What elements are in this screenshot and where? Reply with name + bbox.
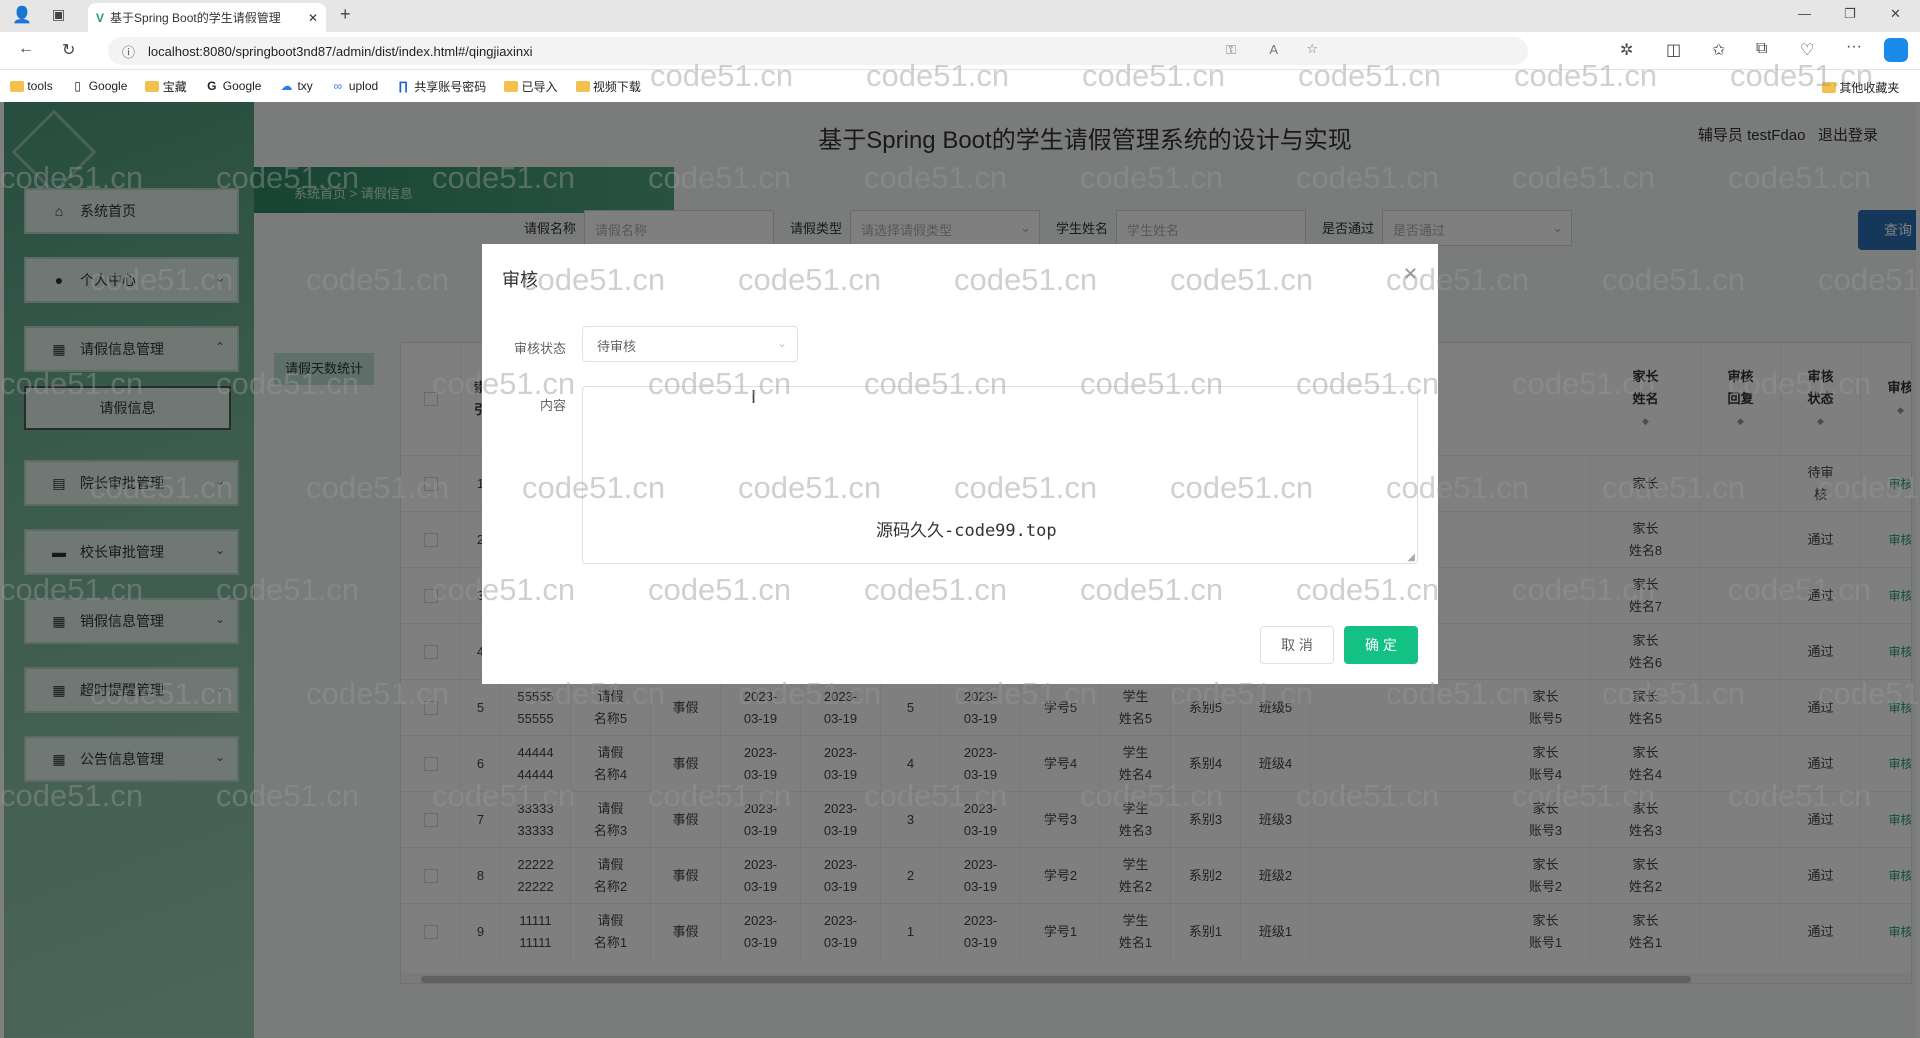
folder-icon: [504, 80, 519, 92]
bookmark-site-icon: ∏: [398, 79, 409, 93]
bookmark-shared-accounts[interactable]: ∏ 共享账号密码: [396, 78, 486, 95]
new-tab-icon[interactable]: +: [340, 4, 351, 25]
chevron-down-icon: ⌄: [776, 336, 787, 350]
collections-icon[interactable]: ⧉: [1756, 40, 1767, 58]
bookmark-treasure[interactable]: 宝藏: [145, 78, 187, 95]
bookmark-google[interactable]: G Google: [205, 79, 261, 93]
folder-icon: [1822, 82, 1836, 93]
tab-title: 基于Spring Boot的学生请假管理: [110, 11, 281, 25]
key-icon[interactable]: ⚿: [1226, 42, 1236, 58]
browser-essentials-icon[interactable]: ♡: [1800, 40, 1814, 60]
source-overlay-text: 源码久久-code99.top: [876, 521, 1057, 541]
bookmark-video-download[interactable]: 视频下载: [575, 78, 641, 95]
folder-icon: [145, 80, 160, 92]
minimize-icon[interactable]: —: [1798, 6, 1811, 21]
confirm-button[interactable]: 确 定: [1344, 626, 1418, 664]
bookmark-txy[interactable]: ☁ txy: [279, 79, 312, 93]
link-icon: ∞: [333, 79, 343, 93]
bookmark-tools[interactable]: tools: [10, 79, 53, 93]
profile-icon[interactable]: 👤: [12, 5, 32, 25]
text-cursor-icon: I: [751, 387, 757, 407]
cancel-button[interactable]: 取 消: [1260, 626, 1334, 664]
extensions-icon[interactable]: ✲: [1620, 40, 1633, 60]
dialog-close-icon[interactable]: ✕: [1403, 264, 1418, 285]
site-info-icon[interactable]: ⓘ: [122, 42, 135, 61]
more-menu-icon[interactable]: ···: [1846, 38, 1862, 56]
vue-favicon-icon: V: [96, 10, 105, 25]
audit-dialog: 审核 ✕ 审核状态 待审核 ⌄ 内容 I ◢ 取 消 确 定: [482, 244, 1438, 684]
folder-icon: [10, 80, 24, 92]
folder-icon: [575, 80, 590, 92]
google-icon: G: [207, 79, 217, 93]
address-bar-row: ← ↻ ⓘ localhost:8080/springboot3nd87/adm…: [0, 32, 1920, 70]
bookmarks-bar: tools ▯ Google 宝藏 G Google ☁ txy ∞ uplod ∏ 共享…: [0, 71, 1920, 101]
url-field[interactable]: ⓘ localhost:8080/springboot3nd87/admin/d…: [108, 37, 1528, 65]
content-label: 内容: [540, 398, 567, 413]
bookmark-other-favorites[interactable]: 其他收藏夹: [1822, 79, 1899, 96]
page-icon: ▯: [74, 79, 81, 93]
dialog-title: 审核: [502, 270, 538, 290]
read-aloud-icon[interactable]: A: [1269, 42, 1278, 57]
audit-status-select[interactable]: 待审核 ⌄: [582, 326, 798, 362]
copilot-icon[interactable]: [1884, 38, 1908, 62]
bookmark-uplod[interactable]: ∞ uplod: [331, 79, 379, 93]
bookmark-imported[interactable]: 已导入: [504, 78, 558, 95]
window-close-icon[interactable]: ✕: [1890, 6, 1901, 22]
tab-actions-icon[interactable]: ▣: [52, 6, 65, 23]
url-text: localhost:8080/springboot3nd87/admin/dis…: [148, 43, 533, 59]
favorites-icon[interactable]: ✩: [1712, 40, 1725, 60]
tab-close-icon[interactable]: ✕: [308, 11, 318, 25]
audit-status-label: 审核状态: [514, 341, 567, 356]
resize-handle-icon[interactable]: ◢: [1407, 552, 1415, 563]
split-screen-icon[interactable]: ◫: [1666, 40, 1681, 60]
favorite-star-icon[interactable]: ☆: [1306, 41, 1318, 57]
browser-tab-bar: 👤 ▣ V 基于Spring Boot的学生请假管理 ✕ + — ❐ ✕: [0, 0, 1920, 32]
cloud-icon: ☁: [280, 79, 293, 93]
restore-icon[interactable]: ❐: [1844, 6, 1856, 22]
reload-icon[interactable]: ↻: [62, 40, 75, 60]
back-icon[interactable]: ←: [18, 40, 34, 58]
audit-status-value: 待审核: [597, 339, 637, 354]
browser-tab[interactable]: V 基于Spring Boot的学生请假管理 ✕: [88, 3, 326, 32]
bookmark-google-page[interactable]: ▯ Google: [71, 79, 127, 93]
